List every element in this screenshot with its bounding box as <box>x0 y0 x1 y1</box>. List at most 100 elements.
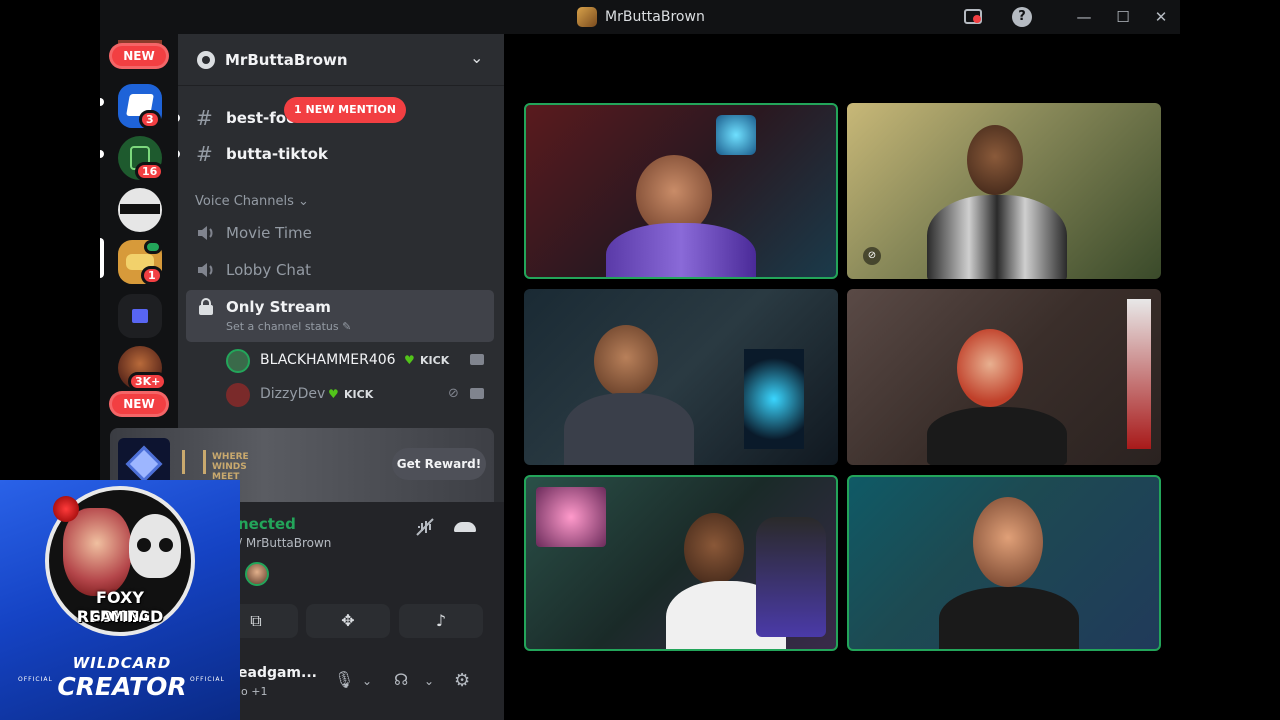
voice-channel-only-stream[interactable]: Only Stream Set a channel status ✎ <box>186 290 494 342</box>
kick-tag: KICK <box>344 388 374 401</box>
server-ninja[interactable] <box>118 188 162 232</box>
server-name: MrButtaBrown <box>225 51 348 69</box>
unread-indicator <box>100 98 104 106</box>
video-tile[interactable] <box>524 289 838 465</box>
channel-name: Only Stream <box>226 298 331 316</box>
overlay-official-right: OFFICIAL <box>190 676 225 683</box>
server-folder[interactable] <box>118 294 162 338</box>
pc-case-icon <box>744 349 804 449</box>
overlay-official-left: OFFICIAL <box>18 676 53 683</box>
brand-logo-icon <box>182 450 206 474</box>
muted-mic-icon: ⊘ <box>448 386 459 401</box>
noise-suppression-icon[interactable] <box>415 518 435 536</box>
microphone-icon[interactable]: 🎙 <box>334 670 354 689</box>
title-bar: MrButtaBrown ? — ☐ ✕ <box>100 0 1180 34</box>
heart-icon: ♥ <box>328 387 339 401</box>
rose-icon <box>53 496 79 522</box>
lock-icon <box>199 298 213 315</box>
streamer-overlay: FOXY REDHEAD GAMING WILDCARD CREATOR OFF… <box>0 480 240 720</box>
chevron-down-icon: ⌄ <box>470 48 484 67</box>
overlay-subtitle: GAMING <box>89 610 151 625</box>
muted-mic-icon: ⊘ <box>863 247 881 265</box>
voice-channel-path: / MrButtaBrown <box>238 536 332 550</box>
participant-face <box>594 325 658 397</box>
fox-character-icon <box>63 508 131 596</box>
gaming-chair-icon <box>756 517 826 637</box>
headphones-icon[interactable]: ☊ <box>394 670 408 689</box>
participant-body <box>927 407 1067 465</box>
mention-badge: 3K+ <box>128 372 168 391</box>
speaker-icon <box>198 226 213 240</box>
server-header[interactable]: MrButtaBrown ⌄ <box>178 34 504 86</box>
server-avatar-icon <box>577 7 597 27</box>
activities-button[interactable]: ✥ <box>306 604 390 638</box>
mention-badge: 16 <box>135 162 165 181</box>
camera-icon <box>470 388 484 399</box>
avatar <box>245 562 269 586</box>
voice-channel-movie-time[interactable]: Movie Time <box>186 216 494 250</box>
username: DizzyDev <box>260 386 326 402</box>
disconnect-icon[interactable] <box>454 522 476 532</box>
participant-body <box>606 223 756 277</box>
video-tile[interactable] <box>524 475 838 651</box>
hex-light-icon <box>716 115 756 155</box>
unread-indicator <box>178 150 180 158</box>
participant-body <box>564 393 694 465</box>
participant-body <box>939 587 1079 649</box>
voice-channel-lobby-chat[interactable]: Lobby Chat <box>186 253 494 287</box>
server-settings-icon <box>197 51 215 69</box>
user-status: io +1 <box>238 685 268 698</box>
chevron-down-icon[interactable]: ⌄ <box>362 674 372 688</box>
channel-name: Movie Time <box>226 224 312 242</box>
window-title: MrButtaBrown <box>605 9 705 25</box>
participant-body <box>927 195 1067 279</box>
channel-name: butta-tiktok <box>226 145 328 163</box>
hash-icon: # <box>196 142 213 166</box>
inbox-icon[interactable] <box>962 7 984 27</box>
channel-name: Lobby Chat <box>226 261 312 279</box>
decoration-icon <box>1127 299 1151 449</box>
mention-badge: 3 <box>139 110 161 129</box>
voice-activity-icon <box>144 240 162 254</box>
new-mention-pill[interactable]: 1 NEW MENTION <box>284 97 406 123</box>
username[interactable]: eadgam... <box>238 665 317 681</box>
video-tile[interactable] <box>847 475 1161 651</box>
camera-icon <box>470 354 484 365</box>
overlay-creator: CREATOR <box>57 672 187 701</box>
close-button[interactable]: ✕ <box>1150 7 1172 27</box>
kick-tag: KICK <box>420 354 450 367</box>
mention-badge: 1 <box>141 266 163 285</box>
selected-indicator <box>100 238 104 278</box>
unread-indicator <box>100 150 104 158</box>
minimize-button[interactable]: — <box>1073 7 1095 27</box>
soundboard-button[interactable]: ♪ <box>399 604 483 638</box>
chevron-down-icon[interactable]: ⌄ <box>424 674 434 688</box>
voice-user[interactable]: DizzyDev ♥ KICK ⊘ <box>226 380 492 410</box>
text-channel-butta-tiktok[interactable]: # butta-tiktok <box>178 137 494 171</box>
heart-icon: ♥ <box>404 353 415 367</box>
participant-face <box>957 329 1023 407</box>
voice-category[interactable]: Voice Channels ⌄ <box>195 194 309 209</box>
video-tile[interactable]: ⊘ <box>847 103 1161 279</box>
voice-status[interactable]: nected <box>238 515 296 533</box>
video-tile[interactable] <box>847 289 1161 465</box>
help-icon[interactable]: ? <box>1011 7 1033 27</box>
new-unread-pill-top[interactable]: NEW <box>109 43 169 69</box>
video-tile[interactable] <box>524 103 838 279</box>
new-unread-pill-bottom[interactable]: NEW <box>109 391 169 417</box>
avatar <box>226 383 250 407</box>
participant-face <box>967 125 1023 195</box>
get-reward-button[interactable]: Get Reward! <box>392 448 486 480</box>
overlay-wildcard: WILDCARD <box>72 654 172 672</box>
hash-icon: # <box>196 106 213 130</box>
participant-face <box>973 497 1043 587</box>
maximize-button[interactable]: ☐ <box>1112 7 1134 27</box>
skull-icon <box>129 514 181 578</box>
gear-icon[interactable]: ⚙ <box>454 670 470 691</box>
monitor-icon <box>536 487 606 547</box>
username: BLACKHAMMER406 <box>260 352 396 368</box>
promo-brand: WHERE WINDS MEET <box>212 452 249 482</box>
unread-indicator <box>178 114 180 122</box>
voice-user[interactable]: BLACKHAMMER406 ♥ KICK <box>226 346 492 376</box>
channel-status[interactable]: Set a channel status ✎ <box>226 320 351 333</box>
